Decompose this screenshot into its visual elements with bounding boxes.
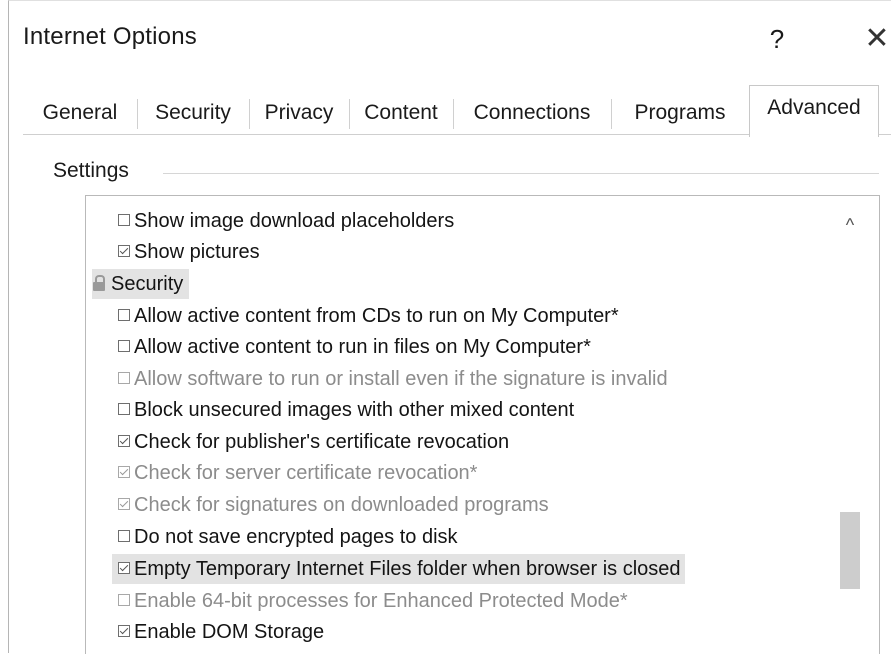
setting-label: Empty Temporary Internet Files folder wh… — [134, 558, 681, 580]
setting-empty-temp-files[interactable]: Empty Temporary Internet Files folder wh… — [112, 554, 685, 584]
setting-label: Allow software to run or install even if… — [134, 368, 668, 390]
vertical-scrollbar[interactable]: ^ — [834, 196, 866, 654]
checkbox-checked — [118, 497, 130, 510]
setting-label: Check for server certificate revocation* — [134, 462, 478, 484]
setting-check-publisher-cert-revocation[interactable]: Check for publisher's certificate revoca… — [118, 427, 509, 457]
setting-check-server-cert-revocation: Check for server certificate revocation* — [118, 458, 477, 488]
checkbox-checked[interactable] — [118, 561, 130, 574]
tab-advanced[interactable]: Advanced — [749, 85, 879, 137]
checkbox-unchecked[interactable] — [118, 213, 130, 226]
internet-options-dialog: Internet Options ? ✕ General Security Pr… — [8, 0, 891, 654]
setting-label: Show pictures — [134, 241, 260, 263]
settings-group-label: Settings — [53, 159, 139, 183]
setting-label: Enable DOM Storage — [134, 621, 325, 643]
setting-label: Allow active content from CDs to run on … — [134, 305, 619, 327]
category-security[interactable]: Security — [92, 269, 190, 299]
checkbox-checked — [118, 465, 130, 478]
tab-security[interactable]: Security — [137, 91, 249, 135]
checkbox-unchecked — [118, 593, 130, 606]
settings-group-line — [163, 173, 879, 174]
tab-strip: General Security Privacy Content Connect… — [23, 85, 891, 137]
setting-enable-dom-storage[interactable]: Enable DOM Storage — [118, 617, 324, 647]
setting-check-signatures-downloaded: Check for signatures on downloaded progr… — [118, 490, 549, 520]
setting-allow-active-content-files[interactable]: Allow active content to run in files on … — [118, 332, 591, 362]
checkbox-unchecked — [118, 371, 130, 384]
setting-allow-active-content-cds[interactable]: Allow active content from CDs to run on … — [118, 301, 619, 331]
setting-label: Check for signatures on downloaded progr… — [134, 494, 549, 516]
setting-label: Check for publisher's certificate revoca… — [134, 431, 510, 453]
settings-listbox[interactable]: Show image download placeholders Show pi… — [85, 195, 880, 654]
setting-block-unsecured-images[interactable]: Block unsecured images with other mixed … — [118, 395, 574, 425]
setting-allow-software-invalid-signature: Allow software to run or install even if… — [118, 364, 668, 394]
checkbox-unchecked[interactable] — [118, 308, 130, 321]
setting-enable-64bit-processes: Enable 64-bit processes for Enhanced Pro… — [118, 586, 628, 616]
setting-label: Block unsecured images with other mixed … — [134, 399, 575, 421]
checkbox-checked[interactable] — [118, 244, 130, 257]
checkbox-unchecked[interactable] — [118, 529, 130, 542]
checkbox-checked[interactable] — [118, 434, 130, 447]
title-bar: Internet Options ? ✕ — [9, 1, 891, 79]
tab-connections[interactable]: Connections — [453, 91, 611, 135]
setting-show-image-download-placeholders[interactable]: Show image download placeholders — [118, 206, 454, 236]
checkbox-unchecked[interactable] — [118, 402, 130, 415]
scroll-up-arrow-icon[interactable]: ^ — [834, 210, 866, 240]
lock-icon — [92, 274, 106, 292]
setting-do-not-save-encrypted-pages[interactable]: Do not save encrypted pages to disk — [118, 522, 458, 552]
setting-label: Do not save encrypted pages to disk — [134, 526, 458, 548]
checkbox-checked[interactable] — [118, 624, 130, 637]
category-label: Security — [111, 273, 184, 295]
close-button[interactable]: ✕ — [857, 17, 891, 61]
tab-content[interactable]: Content — [349, 91, 453, 135]
checkbox-unchecked[interactable] — [118, 339, 130, 352]
setting-label: Enable 64-bit processes for Enhanced Pro… — [134, 590, 628, 612]
tab-general[interactable]: General — [23, 91, 137, 135]
scroll-thumb[interactable] — [840, 512, 860, 589]
help-button[interactable]: ? — [757, 19, 797, 59]
tab-programs[interactable]: Programs — [611, 91, 749, 135]
setting-show-pictures[interactable]: Show pictures — [118, 237, 260, 267]
setting-label: Allow active content to run in files on … — [134, 336, 591, 358]
setting-label: Show image download placeholders — [134, 210, 455, 232]
tab-privacy[interactable]: Privacy — [249, 91, 349, 135]
dialog-title: Internet Options — [23, 23, 197, 50]
